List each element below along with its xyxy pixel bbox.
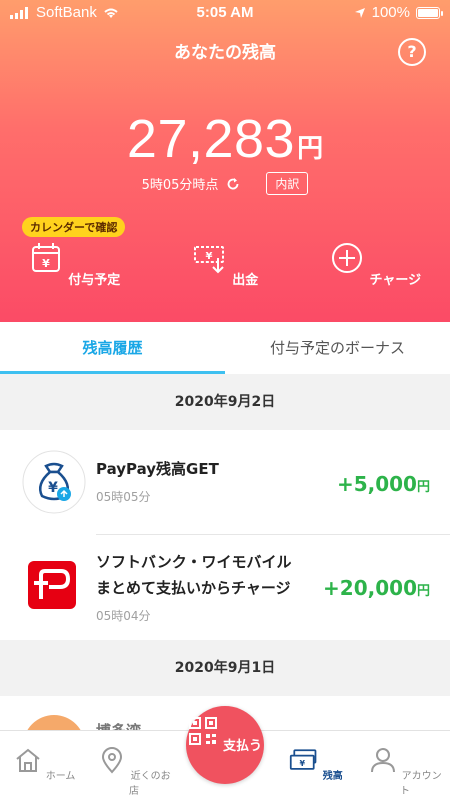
plus-circle-icon <box>331 243 362 273</box>
date-header: 2020年9月1日 <box>0 640 450 696</box>
transaction-row[interactable]: ¥ PayPay残高GET 05時05分 +5,000円 <box>0 430 450 535</box>
amount-value: +20,000 <box>323 576 417 600</box>
transaction-name-line1: ソフトバンク・ワイモバイル <box>96 553 292 571</box>
battery-percent: 100% <box>371 4 410 21</box>
wallet-icon: ¥ <box>290 749 317 770</box>
charge-label: チャージ <box>369 273 422 288</box>
transaction-amount: +5,000円 <box>337 472 430 496</box>
nav-nearby-label: 近くのお店 <box>129 771 171 797</box>
svg-text:¥: ¥ <box>42 257 50 270</box>
transaction-amount: +20,000円 <box>323 576 430 600</box>
svg-text:¥: ¥ <box>205 251 212 262</box>
tab-scheduled-bonus[interactable]: 付与予定のボーナス <box>225 322 450 374</box>
home-icon <box>15 748 40 772</box>
withdraw-label: 出金 <box>232 273 259 288</box>
status-bar: SoftBank 5:05 AM 100% <box>0 0 450 26</box>
nav-home-label: ホーム <box>45 771 76 782</box>
transaction-name-line2: まとめて支払いからチャージ <box>96 579 291 597</box>
transaction-time: 05時04分 <box>96 609 151 623</box>
balance-unit: 円 <box>297 134 324 164</box>
transaction-row[interactable]: ソフトバンク・ワイモバイル まとめて支払いからチャージ 05時04分 +20,0… <box>0 535 450 640</box>
svg-text:¥: ¥ <box>48 480 58 496</box>
tab-balance-history[interactable]: 残高履歴 <box>0 322 225 374</box>
nav-home[interactable]: ホーム <box>4 745 84 782</box>
date-header: 2020年9月2日 <box>0 374 450 430</box>
nav-nearby-stores[interactable]: 近くのお店 <box>94 745 174 797</box>
calendar-confirm-badge[interactable]: カレンダーで確認 <box>22 217 126 237</box>
pay-button[interactable]: 支払う <box>186 706 264 784</box>
map-pin-icon <box>102 747 123 774</box>
transaction-time: 05時05分 <box>96 490 151 504</box>
nav-balance-label: 残高 <box>322 771 343 782</box>
transaction-name: PayPay残高GET <box>96 460 219 478</box>
balance-timestamp-row: 5時05分時点 内訳 <box>0 172 450 195</box>
person-icon <box>371 748 396 773</box>
withdraw-button[interactable]: ¥ 出金 <box>165 240 285 288</box>
page-title: あなたの残高 <box>174 43 276 63</box>
battery-icon <box>416 6 443 19</box>
location-arrow-icon <box>354 7 365 18</box>
nav-account[interactable]: アカウント <box>365 745 445 797</box>
amount-unit: 円 <box>416 584 430 599</box>
refresh-icon[interactable] <box>226 177 240 191</box>
charge-button[interactable]: チャージ <box>315 240 435 288</box>
withdraw-icon: ¥ <box>193 246 224 274</box>
help-button[interactable]: ? <box>398 38 426 66</box>
nav-account-label: アカウント <box>400 771 442 797</box>
balance-value: 27,283 <box>126 109 296 169</box>
paypay-logo-icon <box>28 561 76 609</box>
pay-label: 支払う <box>223 739 263 754</box>
history-tabs: 残高履歴 付与予定のボーナス <box>0 322 450 374</box>
calendar-icon: ¥ <box>31 243 60 272</box>
transaction-name: ソフトバンク・ワイモバイル まとめて支払いからチャージ <box>96 549 291 601</box>
breakdown-button[interactable]: 内訳 <box>266 172 309 195</box>
balance-amount: 27,283円 <box>0 108 450 170</box>
scheduled-grant-button[interactable]: ¥ 付与予定 <box>14 240 134 288</box>
balance-header: SoftBank 5:05 AM 100% あなたの残高 ? 27,283円 5… <box>0 0 450 322</box>
as-of-time: 5時05分時点 <box>141 178 219 193</box>
qr-code-icon <box>188 717 217 745</box>
scheduled-grant-label: 付与予定 <box>68 273 121 288</box>
money-bag-icon: ¥ <box>22 450 86 514</box>
amount-unit: 円 <box>416 480 430 495</box>
amount-value: +5,000 <box>336 472 417 496</box>
svg-text:¥: ¥ <box>300 759 306 768</box>
nav-balance[interactable]: ¥ 残高 <box>276 745 356 782</box>
